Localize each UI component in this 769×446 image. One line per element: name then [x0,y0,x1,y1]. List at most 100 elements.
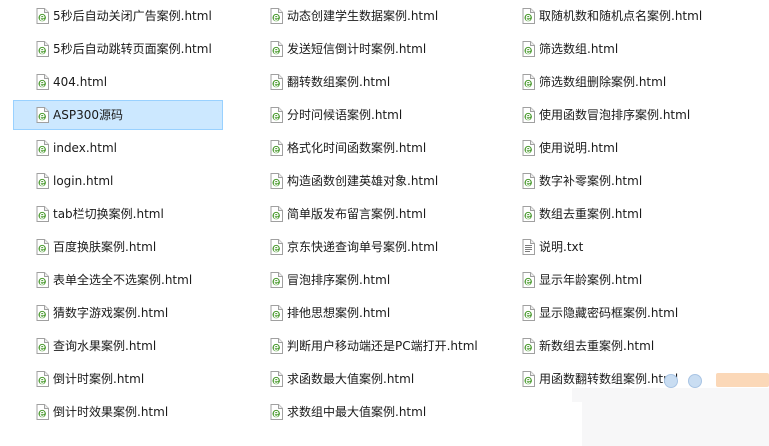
file-name-label: 京东快递查询单号案例.html [287,240,439,254]
html-file-item[interactable]: 使用说明.html [497,133,727,163]
html-file-icon [270,338,283,354]
html-file-icon [270,239,283,255]
file-name-label: 用函数翻转数组案例.html [539,372,679,386]
html-file-item[interactable]: 倒计时案例.html [13,364,243,394]
file-name-label: tab栏切换案例.html [53,207,164,221]
file-name-label: 筛选数组删除案例.html [539,75,667,89]
html-file-item[interactable]: 排他思想案例.html [245,298,475,328]
html-file-item[interactable]: 数组去重案例.html [497,199,727,229]
html-file-item[interactable]: 倒计时效果案例.html [13,397,243,427]
overlay-dot [688,374,702,388]
html-file-item[interactable]: 使用函数冒泡排序案例.html [497,100,727,130]
html-file-icon [36,173,49,189]
file-list-view: 5秒后自动关闭广告案例.html 5秒后自动跳转页面案例.html 404.html… [0,0,769,446]
html-file-item[interactable]: ASP300源码 [13,100,223,130]
file-name-label: 查询水果案例.html [53,339,157,353]
html-file-item[interactable]: 筛选数组删除案例.html [497,67,727,97]
html-file-item[interactable]: 发送短信倒计时案例.html [245,34,475,64]
html-file-item[interactable]: 查询水果案例.html [13,331,243,361]
html-file-item[interactable]: 求数组中最大值案例.html [245,397,475,427]
html-file-item[interactable]: 显示年龄案例.html [497,265,727,295]
text-file-item[interactable]: 说明.txt [497,232,727,262]
file-name-label: index.html [53,141,117,155]
file-name-label: login.html [53,174,114,188]
file-name-label: 求数组中最大值案例.html [287,405,427,419]
html-file-icon [522,74,535,90]
html-file-icon [522,305,535,321]
file-name-label: 使用说明.html [539,141,619,155]
html-file-item[interactable]: 筛选数组.html [497,34,727,64]
overlay-panel [582,388,769,446]
file-name-label: 百度换肤案例.html [53,240,157,254]
file-name-label: 倒计时效果案例.html [53,405,169,419]
html-file-item[interactable]: 猜数字游戏案例.html [13,298,243,328]
html-file-icon [270,173,283,189]
html-file-item[interactable]: 求函数最大值案例.html [245,364,475,394]
file-name-label: 使用函数冒泡排序案例.html [539,108,691,122]
file-name-label: 说明.txt [539,240,584,254]
file-name-label: 5秒后自动关闭广告案例.html [53,9,212,23]
file-name-label: 5秒后自动跳转页面案例.html [53,42,212,56]
text-file-icon [522,239,535,255]
file-name-label: 数字补零案例.html [539,174,643,188]
html-file-icon [270,272,283,288]
html-file-icon [522,371,535,387]
file-name-label: 排他思想案例.html [287,306,391,320]
html-file-item[interactable]: 5秒后自动跳转页面案例.html [13,34,243,64]
html-file-icon [270,140,283,156]
html-file-icon [270,107,283,123]
file-name-label: 显示隐藏密码框案例.html [539,306,679,320]
html-file-item[interactable]: 新数组去重案例.html [497,331,727,361]
html-file-item[interactable]: tab栏切换案例.html [13,199,243,229]
html-file-item[interactable]: 5秒后自动关闭广告案例.html [13,1,243,31]
file-name-label: 格式化时间函数案例.html [287,141,427,155]
file-name-label: 判断用户移动端还是PC端打开.html [287,339,478,353]
html-file-icon [36,206,49,222]
html-file-icon [522,272,535,288]
file-name-label: 倒计时案例.html [53,372,145,386]
html-file-icon [522,206,535,222]
html-file-icon [522,140,535,156]
overlay-dot [664,374,678,388]
html-file-icon [270,371,283,387]
html-file-icon [36,74,49,90]
html-file-icon [522,173,535,189]
html-file-item[interactable]: 简单版发布留言案例.html [245,199,475,229]
html-file-item[interactable]: 404.html [13,67,243,97]
file-name-label: 构造函数创建英雄对象.html [287,174,439,188]
html-file-item[interactable]: 数字补零案例.html [497,166,727,196]
html-file-item[interactable]: login.html [13,166,243,196]
overlay-panel-edge [572,388,582,402]
html-file-icon [36,107,49,123]
file-name-label: 分时问候语案例.html [287,108,403,122]
html-file-item[interactable]: 显示隐藏密码框案例.html [497,298,727,328]
file-name-label: 显示年龄案例.html [539,273,643,287]
html-file-icon [36,140,49,156]
html-file-item[interactable]: 构造函数创建英雄对象.html [245,166,475,196]
file-name-label: 404.html [53,75,108,89]
file-name-label: 取随机数和随机点名案例.html [539,9,703,23]
html-file-icon [270,41,283,57]
html-file-item[interactable]: 京东快递查询单号案例.html [245,232,475,262]
html-file-item[interactable]: 动态创建学生数据案例.html [245,1,475,31]
html-file-item[interactable]: 分时问候语案例.html [245,100,475,130]
html-file-icon [36,338,49,354]
html-file-item[interactable]: 百度换肤案例.html [13,232,243,262]
html-file-icon [36,272,49,288]
html-file-item[interactable]: index.html [13,133,243,163]
html-file-icon [36,404,49,420]
html-file-icon [36,239,49,255]
file-name-label: 数组去重案例.html [539,207,643,221]
html-file-item[interactable]: 格式化时间函数案例.html [245,133,475,163]
html-file-icon [36,8,49,24]
html-file-item[interactable]: 表单全选全不选案例.html [13,265,243,295]
html-file-item[interactable]: 判断用户移动端还是PC端打开.html [245,331,478,361]
overlay-badge [716,373,769,387]
html-file-icon [36,41,49,57]
html-file-icon [270,8,283,24]
html-file-item[interactable]: 取随机数和随机点名案例.html [497,1,727,31]
file-name-label: 发送短信倒计时案例.html [287,42,427,56]
html-file-item[interactable]: 冒泡排序案例.html [245,265,475,295]
html-file-icon [522,41,535,57]
html-file-item[interactable]: 翻转数组案例.html [245,67,475,97]
